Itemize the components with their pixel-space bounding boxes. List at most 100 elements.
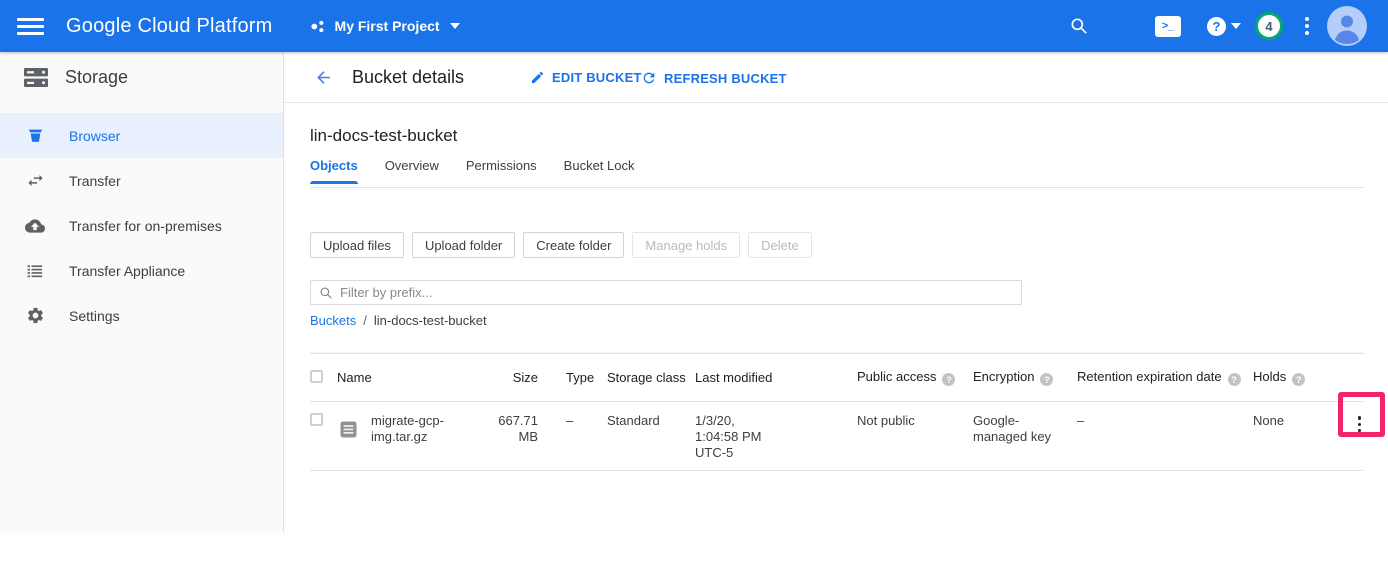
search-icon xyxy=(1069,16,1089,36)
cloud-shell-icon: >_ xyxy=(1155,16,1181,37)
row-actions-menu-button[interactable] xyxy=(1358,413,1362,434)
file-icon xyxy=(340,421,357,438)
vertical-dots-icon xyxy=(1358,416,1362,420)
cloud-upload-icon xyxy=(25,216,45,236)
tabs: Objects Overview Permissions Bucket Lock xyxy=(310,158,635,184)
sidebar-item-transfer-appliance[interactable]: Transfer Appliance xyxy=(0,248,283,293)
main-content: Bucket details EDIT BUCKET REFRESH BUCKE… xyxy=(284,52,1388,579)
breadcrumb-separator: / xyxy=(363,313,367,328)
transfer-arrows-icon xyxy=(25,171,45,190)
help-icon[interactable]: ? xyxy=(942,373,955,386)
sidebar-item-transfer[interactable]: Transfer xyxy=(0,158,283,203)
hamburger-menu-button[interactable] xyxy=(17,14,44,39)
column-header-retention: Retention expiration date? xyxy=(1077,369,1253,387)
breadcrumb-current: lin-docs-test-bucket xyxy=(374,313,487,328)
object-size: 667.71 MB xyxy=(494,413,538,445)
upload-folder-button[interactable]: Upload folder xyxy=(412,232,515,258)
filter-box xyxy=(310,280,1022,305)
chevron-down-icon xyxy=(450,23,460,29)
breadcrumb-buckets-link[interactable]: Buckets xyxy=(310,313,356,328)
sidebar-item-label: Browser xyxy=(69,128,120,144)
edit-bucket-button[interactable]: EDIT BUCKET xyxy=(530,70,642,85)
project-name: My First Project xyxy=(335,18,440,34)
help-icon: ? xyxy=(1207,17,1226,36)
object-public-access: Not public xyxy=(857,413,973,429)
object-storage-class: Standard xyxy=(607,413,695,429)
object-toolbar: Upload files Upload folder Create folder… xyxy=(310,232,812,258)
storage-product-icon xyxy=(23,67,49,88)
sidebar-header: Storage xyxy=(0,52,283,103)
pencil-icon xyxy=(530,70,545,85)
select-all-checkbox[interactable] xyxy=(310,370,323,383)
breadcrumb: Buckets / lin-docs-test-bucket xyxy=(310,313,487,328)
delete-button: Delete xyxy=(748,232,812,258)
refresh-bucket-label: REFRESH BUCKET xyxy=(664,71,787,86)
cloud-shell-button[interactable]: >_ xyxy=(1155,16,1181,37)
chevron-down-icon xyxy=(1231,23,1241,29)
notification-badge: 4 xyxy=(1255,12,1283,40)
tab-bucket-lock[interactable]: Bucket Lock xyxy=(564,158,635,184)
column-header-last-modified: Last modified xyxy=(695,370,857,385)
column-header-encryption: Encryption? xyxy=(973,369,1077,387)
help-icon[interactable]: ? xyxy=(1040,373,1053,386)
avatar[interactable] xyxy=(1327,6,1367,46)
sidebar-item-settings[interactable]: Settings xyxy=(0,293,283,338)
object-last-modified: 1/3/20, 1:04:58 PM UTC-5 xyxy=(695,413,779,461)
project-switcher[interactable]: My First Project xyxy=(309,18,460,35)
filter-input[interactable] xyxy=(340,285,1021,300)
create-folder-button[interactable]: Create folder xyxy=(523,232,624,258)
bucket-name: lin-docs-test-bucket xyxy=(310,126,457,146)
project-icon xyxy=(309,18,326,35)
help-menu-button[interactable]: ? xyxy=(1207,17,1241,36)
tab-overview[interactable]: Overview xyxy=(385,158,439,184)
page-header: Bucket details EDIT BUCKET REFRESH BUCKE… xyxy=(284,52,1388,103)
vertical-dots-icon xyxy=(1305,17,1309,21)
topbar: Google Cloud Platform My First Project >… xyxy=(0,0,1388,52)
column-header-type: Type xyxy=(566,370,607,385)
more-options-button[interactable] xyxy=(1305,15,1309,37)
avatar-icon xyxy=(1327,6,1367,46)
table-header-row: Name Size Type Storage class Last modifi… xyxy=(310,354,1364,402)
transfer-appliance-icon xyxy=(25,262,45,280)
gcp-logo[interactable]: Google Cloud Platform xyxy=(66,15,273,38)
help-icon[interactable]: ? xyxy=(1228,373,1241,386)
tab-permissions[interactable]: Permissions xyxy=(466,158,537,184)
help-icon[interactable]: ? xyxy=(1292,373,1305,386)
search-button[interactable] xyxy=(1069,16,1089,36)
sidebar-item-label: Settings xyxy=(69,308,120,324)
back-button[interactable] xyxy=(314,68,333,92)
column-header-size: Size xyxy=(494,370,538,385)
column-header-name: Name xyxy=(334,370,494,385)
bucket-icon xyxy=(25,126,45,145)
object-retention: – xyxy=(1077,413,1253,429)
sidebar-item-label: Transfer Appliance xyxy=(69,263,185,279)
gear-icon xyxy=(25,306,45,325)
sidebar: Storage Browser Transfer xyxy=(0,52,284,533)
refresh-bucket-button[interactable]: REFRESH BUCKET xyxy=(641,70,787,86)
page-title: Bucket details xyxy=(352,67,464,88)
tab-objects[interactable]: Objects xyxy=(310,158,358,184)
sidebar-item-label: Transfer xyxy=(69,173,121,189)
notifications-button[interactable]: 4 xyxy=(1255,12,1283,40)
column-header-public-access: Public access? xyxy=(857,369,973,387)
sidebar-item-browser[interactable]: Browser xyxy=(0,113,283,158)
edit-bucket-label: EDIT BUCKET xyxy=(552,70,642,85)
sidebar-nav: Browser Transfer Transfer for on-premise… xyxy=(0,113,283,338)
table-row: migrate-gcp-img.tar.gz 667.71 MB – Stand… xyxy=(310,402,1364,471)
hamburger-icon xyxy=(17,18,44,21)
row-checkbox[interactable] xyxy=(310,413,323,426)
back-arrow-icon xyxy=(314,68,333,87)
tabs-divider xyxy=(310,187,1364,188)
upload-files-button[interactable]: Upload files xyxy=(310,232,404,258)
column-header-storage-class: Storage class xyxy=(607,370,695,385)
object-holds: None xyxy=(1253,413,1338,429)
sidebar-item-label: Transfer for on-premises xyxy=(69,218,222,234)
manage-holds-button: Manage holds xyxy=(632,232,740,258)
sidebar-title: Storage xyxy=(65,67,128,88)
search-icon xyxy=(319,286,333,300)
objects-table: Name Size Type Storage class Last modifi… xyxy=(310,353,1364,471)
object-type: – xyxy=(566,413,607,429)
sidebar-item-transfer-on-premises[interactable]: Transfer for on-premises xyxy=(0,203,283,248)
object-encryption: Google-managed key xyxy=(973,413,1065,445)
object-name-link[interactable]: migrate-gcp-img.tar.gz xyxy=(371,413,494,445)
